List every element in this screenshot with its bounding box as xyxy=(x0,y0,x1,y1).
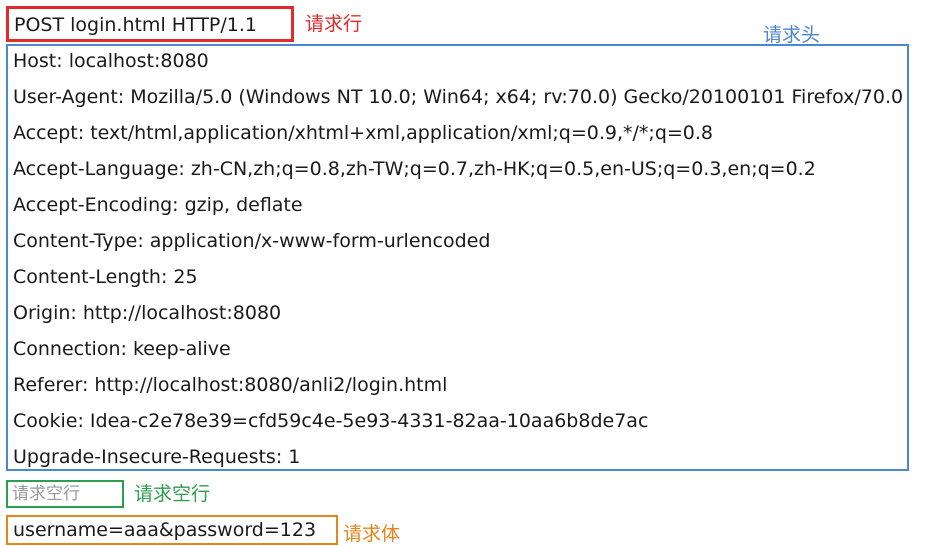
request-headers-box: Host: localhost:8080 User-Agent: Mozilla… xyxy=(6,44,909,471)
request-body-box: username=aaa&password=123 xyxy=(6,515,338,545)
header-line-accept: Accept: text/html,application/xhtml+xml,… xyxy=(13,122,714,144)
header-line-content-length: Content-Length: 25 xyxy=(13,266,198,288)
header-line-referer: Referer: http://localhost:8080/anli2/log… xyxy=(13,374,448,396)
blank-line-box: 请求空行 xyxy=(6,480,124,508)
header-line-cookie: Cookie: Idea-c2e78e39=cfd59c4e-5e93-4331… xyxy=(13,410,649,432)
request-body-label: 请求体 xyxy=(343,523,401,545)
request-line-box: POST login.html HTTP/1.1 xyxy=(6,6,294,42)
header-line-origin: Origin: http://localhost:8080 xyxy=(13,302,282,324)
request-line-label: 请求行 xyxy=(305,13,363,35)
header-line-accept-language: Accept-Language: zh-CN,zh;q=0.8,zh-TW;q=… xyxy=(13,158,816,180)
blank-line-text: 请求空行 xyxy=(12,484,80,504)
header-line-accept-encoding: Accept-Encoding: gzip, deflate xyxy=(13,194,303,216)
header-line-user-agent: User-Agent: Mozilla/5.0 (Windows NT 10.0… xyxy=(13,86,904,108)
request-body-text: username=aaa&password=123 xyxy=(13,519,317,541)
header-line-host: Host: localhost:8080 xyxy=(13,50,209,72)
header-line-upgrade-insecure-requests: Upgrade-Insecure-Requests: 1 xyxy=(13,446,301,468)
request-line-text: POST login.html HTTP/1.1 xyxy=(14,14,258,36)
header-line-content-type: Content-Type: application/x-www-form-url… xyxy=(13,230,491,252)
header-line-connection: Connection: keep-alive xyxy=(13,338,231,360)
blank-line-label: 请求空行 xyxy=(134,483,211,505)
